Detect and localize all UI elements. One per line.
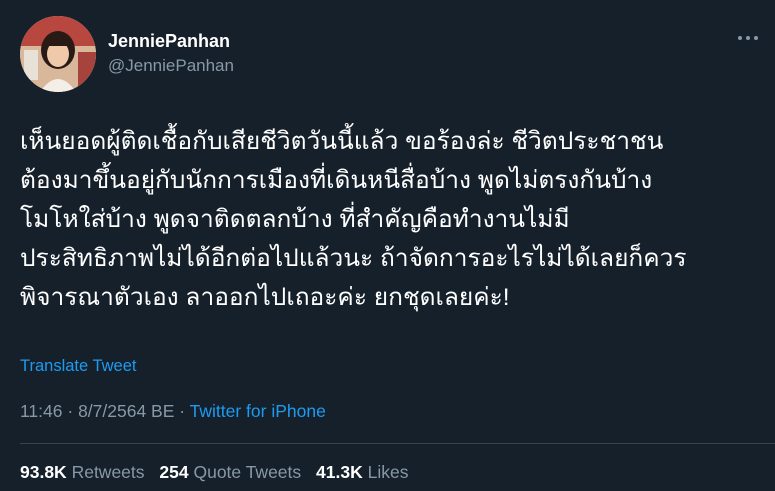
tweet-source-link[interactable]: Twitter for iPhone	[190, 401, 326, 421]
likes-stat[interactable]: 41.3K Likes	[316, 462, 408, 483]
quote-tweets-stat[interactable]: 254 Quote Tweets	[159, 462, 301, 483]
avatar[interactable]	[20, 16, 96, 92]
tweet-date: 8/7/2564 BE	[78, 401, 175, 421]
retweets-stat[interactable]: 93.8K Retweets	[20, 462, 145, 483]
engagement-stats: 93.8K Retweets 254 Quote Tweets 41.3K Li…	[20, 462, 418, 483]
retweets-label: Retweets	[71, 462, 145, 482]
ellipsis-icon[interactable]	[735, 30, 761, 46]
tweet-time: 11:46	[20, 401, 63, 421]
display-name[interactable]: JenniePanhan	[108, 30, 234, 52]
likes-label: Likes	[367, 462, 409, 482]
divider	[20, 443, 775, 444]
tweet-metadata: 11:46 · 8/7/2564 BE · Twitter for iPhone	[20, 401, 326, 422]
meta-separator: ·	[179, 401, 186, 421]
retweets-count: 93.8K	[20, 462, 67, 482]
translate-tweet-link[interactable]: Translate Tweet	[20, 357, 136, 376]
author-info: JenniePanhan @JenniePanhan	[108, 30, 234, 77]
quote-tweets-count: 254	[159, 462, 189, 482]
meta-separator: ·	[67, 401, 74, 421]
likes-count: 41.3K	[316, 462, 363, 482]
tweet-text: เห็นยอดผู้ติดเชื้อกับเสียชีวิตวันนี้แล้ว…	[20, 128, 687, 311]
quote-tweets-label: Quote Tweets	[193, 462, 302, 482]
profile-photo	[20, 16, 96, 92]
tweet-detail: JenniePanhan @JenniePanhan เห็นยอดผู้ติด…	[0, 0, 775, 491]
user-handle[interactable]: @JenniePanhan	[108, 55, 234, 77]
